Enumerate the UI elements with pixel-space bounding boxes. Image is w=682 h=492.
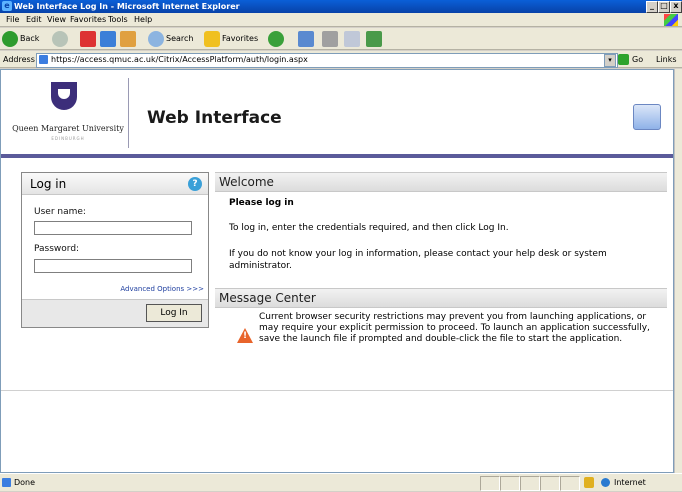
address-label: Address	[3, 55, 35, 64]
menu-edit[interactable]: Edit	[26, 13, 42, 27]
internet-zone-icon	[601, 478, 610, 487]
status-text: Done	[14, 478, 36, 487]
address-url: https://access.qmuc.ac.uk/Citrix/AccessP…	[51, 55, 308, 64]
status-cell	[500, 476, 520, 491]
home-icon[interactable]	[120, 31, 136, 47]
welcome-paragraph-1: To log in, enter the credentials require…	[229, 223, 509, 233]
help-icon[interactable]: ?	[188, 177, 202, 191]
address-bar: Address https://access.qmuc.ac.uk/Citrix…	[0, 51, 682, 68]
zone-text: Internet	[614, 478, 646, 487]
stop-icon[interactable]	[80, 31, 96, 47]
window-title: Web Interface Log In - Microsoft Interne…	[14, 2, 240, 11]
search-button[interactable]: Search	[166, 31, 193, 47]
page-title: Web Interface	[147, 108, 282, 128]
history-icon[interactable]	[268, 31, 284, 47]
menu-help[interactable]: Help	[134, 13, 152, 27]
internet-explorer-icon: e	[2, 1, 12, 11]
username-label: User name:	[34, 207, 86, 217]
message-text: Current browser security restrictions ma…	[259, 312, 650, 344]
browser-toolbar: Back Search Favorites	[0, 28, 682, 50]
refresh-icon[interactable]	[100, 31, 116, 47]
links-button[interactable]: Links	[656, 51, 677, 68]
favorites-button[interactable]: Favorites	[222, 31, 258, 47]
maximize-button[interactable]: □	[658, 1, 670, 13]
edit-icon[interactable]	[344, 31, 360, 47]
mail-icon[interactable]	[298, 31, 314, 47]
window-title-bar[interactable]: e Web Interface Log In - Microsoft Inter…	[0, 0, 682, 13]
search-icon[interactable]	[148, 31, 164, 47]
go-button[interactable]: Go	[632, 51, 643, 68]
username-input[interactable]	[34, 221, 192, 235]
page-icon	[39, 55, 48, 64]
login-heading: Log in	[22, 173, 208, 195]
favorites-star-icon[interactable]	[204, 31, 220, 47]
status-cell	[520, 476, 540, 491]
site-header: Queen Margaret University EDINBURGH Web …	[1, 70, 673, 158]
menu-bar: File Edit View Favorites Tools Help	[0, 13, 682, 27]
status-bar: Done Internet	[0, 473, 682, 491]
password-input[interactable]	[34, 259, 192, 273]
page-viewport: Queen Margaret University EDINBURGH Web …	[0, 69, 674, 473]
status-cell	[540, 476, 560, 491]
welcome-title: Please log in	[229, 198, 294, 208]
menu-favorites[interactable]: Favorites	[70, 13, 106, 27]
close-button[interactable]: x	[670, 1, 682, 13]
login-panel: Log in ? User name: Password: Advanced O…	[21, 172, 209, 328]
welcome-paragraph-2: If you do not know your log in informati…	[229, 249, 607, 271]
address-dropdown-chevron-icon[interactable]: ▾	[604, 54, 616, 67]
login-button[interactable]: Log In	[146, 304, 202, 322]
message-center-heading: Message Center	[215, 288, 667, 308]
login-footer: Log In	[22, 299, 208, 327]
menu-tools[interactable]: Tools	[108, 13, 128, 27]
crest-icon	[51, 82, 77, 110]
warning-exclamation-icon: !	[243, 331, 248, 341]
advanced-options-link[interactable]: Advanced Options >>>	[102, 285, 204, 293]
status-cell	[560, 476, 580, 491]
page-done-icon	[2, 478, 11, 487]
messenger-icon[interactable]	[366, 31, 382, 47]
back-arrow-icon[interactable]	[2, 31, 18, 47]
address-input[interactable]: https://access.qmuc.ac.uk/Citrix/AccessP…	[36, 53, 618, 68]
back-button[interactable]: Back	[20, 31, 39, 47]
org-subtitle: EDINBURGH	[51, 136, 85, 141]
university-logo: Queen Margaret University EDINBURGH	[9, 78, 129, 148]
forward-arrow-icon[interactable]	[52, 31, 68, 47]
print-icon[interactable]	[322, 31, 338, 47]
password-label: Password:	[34, 244, 80, 254]
status-cell	[480, 476, 500, 491]
web-interface-icon	[633, 104, 661, 130]
vertical-scrollbar[interactable]	[674, 69, 682, 473]
minimize-button[interactable]: _	[646, 1, 658, 13]
menu-view[interactable]: View	[47, 13, 66, 27]
windows-flag-icon	[664, 14, 678, 26]
menu-file[interactable]: File	[6, 13, 19, 27]
content-divider	[1, 390, 673, 391]
go-arrow-icon[interactable]	[618, 54, 629, 65]
lock-icon	[584, 477, 594, 488]
welcome-heading: Welcome	[215, 172, 667, 192]
org-name: Queen Margaret University	[12, 124, 124, 133]
